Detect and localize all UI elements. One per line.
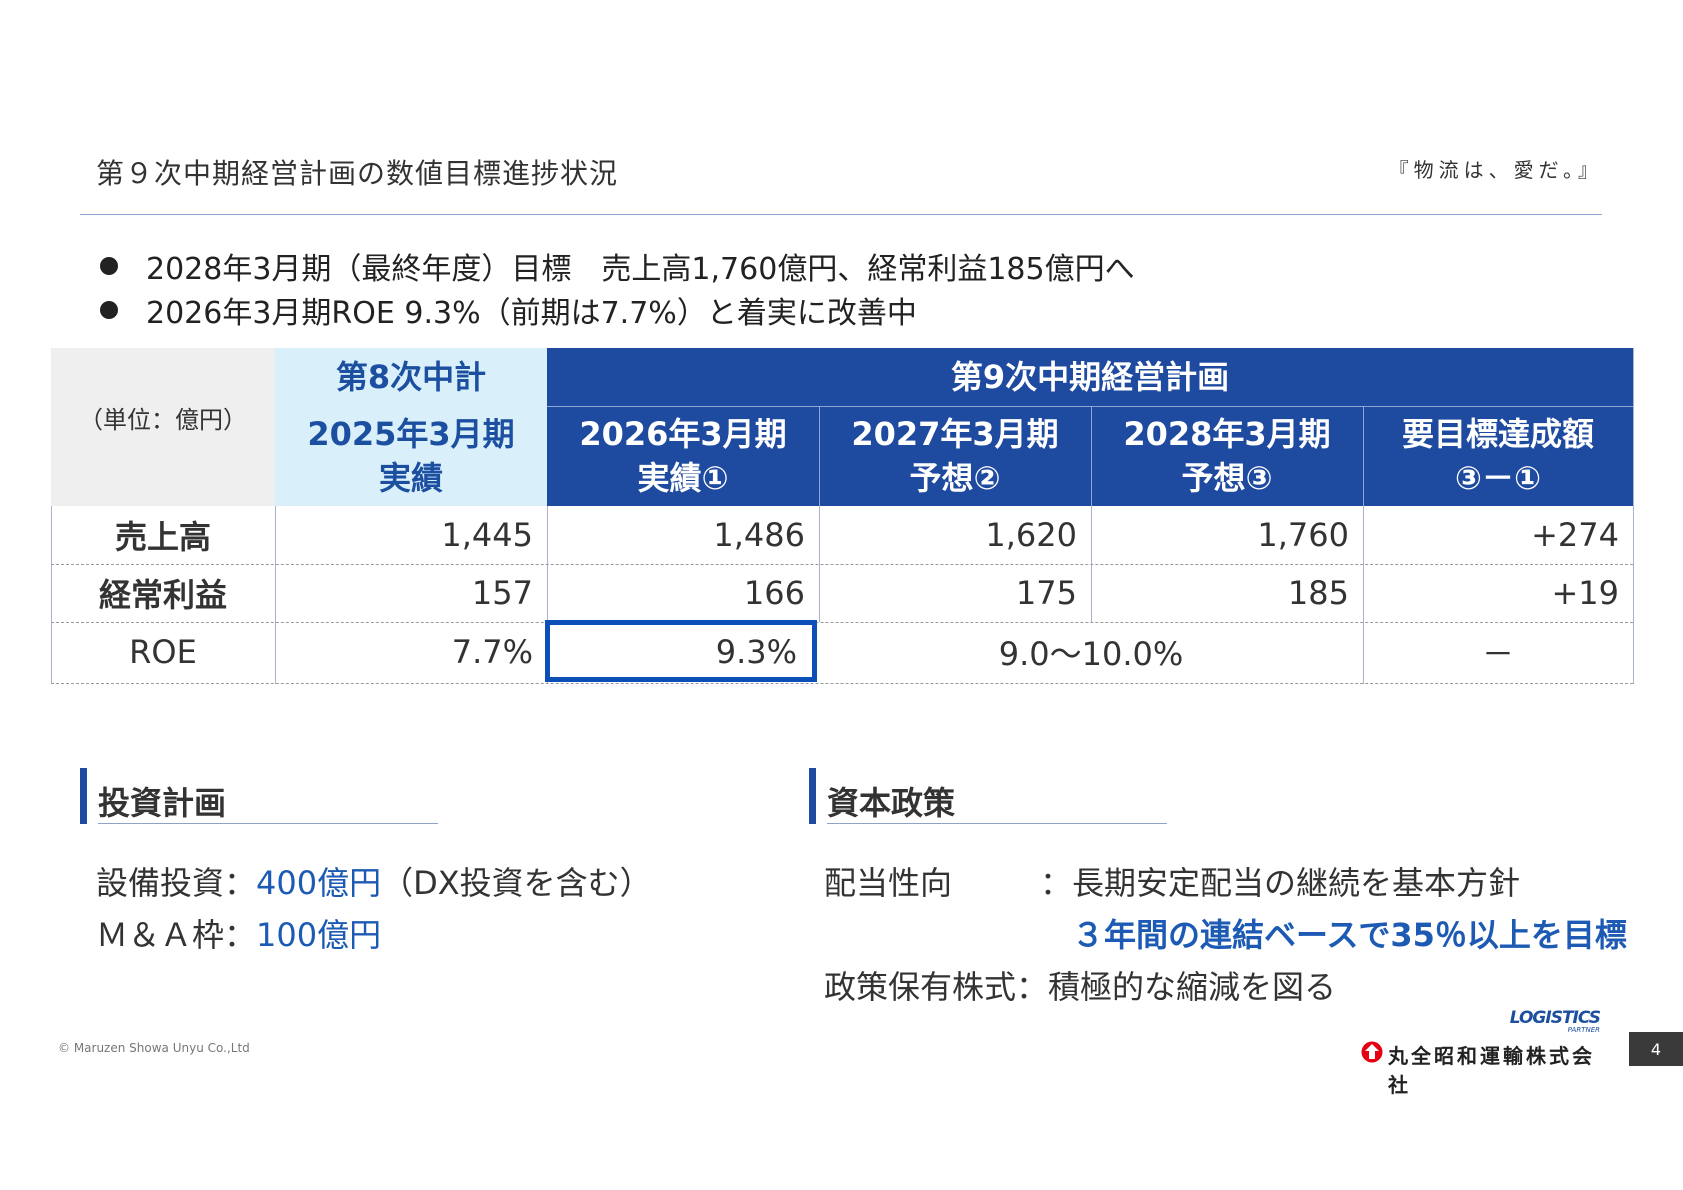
group-9th-text: 第9次中期経営計画 [950,358,1230,396]
header-divider [547,406,1633,407]
group-8th-label: 第8次中計 [335,358,487,396]
col-header-line2: ③－① [1454,459,1542,497]
table-cell: 166 [743,574,805,612]
slogan: 『物流は、愛だ。』 [1388,158,1603,182]
col-header-line2: 予想② [909,459,1001,497]
table-cell: 185 [1287,574,1349,612]
row-label-sales: 売上高 [114,518,211,556]
row-label-roe: ROE [129,633,197,671]
bullet-text: 2026年3月期ROE 9.3%（前期は7.7%）と着実に改善中 [146,296,917,331]
section-underline [827,823,1167,824]
group-9th-label: 第9次中期経営計画 [547,348,1633,406]
col-header-gap: 要目標達成額 ③－① [1363,406,1633,506]
investment-title: 投資計画 [98,784,227,822]
section-bar-icon [809,768,816,824]
ma-value: 100億円 [256,916,382,954]
cross-shareholding-line: 政策保有株式：積極的な縮減を図る [824,968,1337,1006]
table-cell: 7.7% [451,633,533,671]
payout-text: ：長期安定配当の継続を基本方針 [1040,864,1521,902]
ma-line: Ｍ＆Ａ枠：100億円 [96,910,381,956]
payout-target: ３年間の連結ベースで35％以上を目標 [1072,916,1627,954]
company-name: 丸全昭和運輸株式会社 [1388,1044,1595,1097]
capex-note: （DX投資を含む） [381,864,652,902]
col-header-line1: 2028年3月期 [1123,415,1331,453]
company-mark-icon [1361,1041,1383,1063]
capital-policy-title: 資本政策 [827,784,956,822]
table-cell: +274 [1531,516,1619,554]
roe-highlight-box [545,620,817,682]
unit-label: （単位：億円） [79,405,247,434]
table-cell: 1,445 [441,516,533,554]
header-divider [1091,406,1092,506]
unit-label-cell: （単位：億円） [51,348,275,506]
col-header-2028: 2028年3月期 予想③ [1091,406,1363,506]
capex-line: 設備投資：400億円（DX投資を含む） [96,858,652,904]
col-header-line2: 予想③ [1181,459,1273,497]
table-cell: － [1481,635,1514,673]
header-divider [1363,406,1364,506]
bullet-item: 2026年3月期ROE 9.3%（前期は7.7%）と着実に改善中 [100,288,917,332]
copyright: © Maruzen Showa Unyu Co.,Ltd [58,1041,250,1055]
table-cell: +19 [1551,574,1619,612]
table-border [1633,348,1634,684]
table-cell: 1,760 [1257,516,1349,554]
section-bar-icon [80,768,87,824]
capex-value: 400億円 [256,864,382,902]
bullet-dot-icon [100,257,118,275]
header-divider [819,406,820,506]
table-cell: 157 [471,574,533,612]
table-cell: 175 [1015,574,1077,612]
kpi-table: （単位：億円） 第8次中計 2025年3月期 実績 第9次中期経営計画 2026… [51,348,1634,684]
header-8th-plan: 第8次中計 2025年3月期 実績 [275,348,547,506]
row-divider [51,683,1633,684]
col-header-2025: 2025年3月期 [307,415,515,453]
table-cell: 1,486 [713,516,805,554]
col-header-line1: 2027年3月期 [851,415,1059,453]
bullet-item: 2028年3月期（最終年度）目標 売上高1,760億円、経常利益185億円へ [100,244,1135,288]
capex-label: 設備投資： [96,864,257,902]
payout-label: 配当性向 [824,864,953,902]
logistics-logo-sub: PARTNER [1567,1026,1600,1034]
bullet-dot-icon [100,301,118,319]
col-header-2026: 2026年3月期 実績① [547,406,819,506]
company-logo: LOGISTICS PARTNER 丸全昭和運輸株式会社 [1358,1008,1604,1097]
table-cell-roe-forecast: 9.0～10.0% [998,635,1184,673]
row-label-ordinary-profit: 経常利益 [98,576,227,614]
page-title: 第９次中期経営計画の数値目標進捗状況 [96,157,619,190]
col-header-line2: 実績① [637,459,729,497]
col-header-line1: 2026年3月期 [579,415,787,453]
bullet-text: 2028年3月期（最終年度）目標 売上高1,760億円、経常利益185億円へ [146,252,1135,287]
ma-label: Ｍ＆Ａ枠： [96,916,257,954]
table-cell: 1,620 [985,516,1077,554]
col-header-2027: 2027年3月期 予想② [819,406,1091,506]
logistics-logo-text: LOGISTICS [1509,1008,1601,1028]
col-header-line1: 要目標達成額 [1401,415,1594,453]
section-underline [98,823,438,824]
title-divider [80,214,1602,215]
page-number: 4 [1629,1032,1683,1066]
col-header-2025-sub: 実績 [378,459,443,497]
